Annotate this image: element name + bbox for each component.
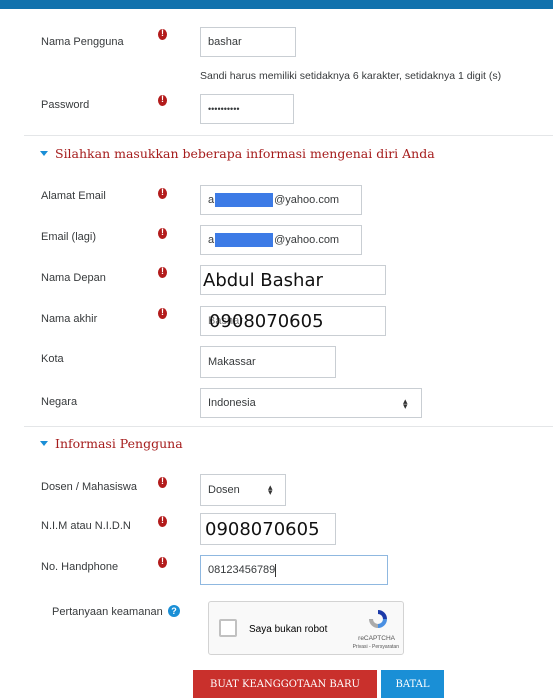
section-divider	[24, 135, 553, 136]
recaptcha-links[interactable]: Privasi - Persyaratan	[353, 644, 399, 650]
email2-input[interactable]: a @yahoo.com	[200, 225, 362, 255]
required-icon	[158, 476, 167, 488]
required-icon	[158, 28, 167, 40]
required-icon	[158, 187, 167, 199]
text-cursor	[275, 563, 277, 577]
lastname-overlay-text: 0908070605	[209, 311, 324, 332]
required-icon	[158, 266, 167, 278]
section-user-title: Informasi Pengguna	[55, 436, 183, 451]
recaptcha-checkbox[interactable]	[219, 619, 237, 637]
firstname-value: Abdul Bashar	[203, 270, 323, 291]
nim-value: 0908070605	[205, 519, 320, 540]
email2-label: Email (lagi)	[41, 231, 97, 243]
username-input[interactable]: bashar	[200, 27, 296, 57]
city-value: Makassar	[208, 356, 256, 368]
role-select[interactable]: Dosen	[200, 474, 286, 506]
password-help: Sandi harus memiliki setidaknya 6 karakt…	[200, 70, 502, 82]
section-personal-header[interactable]: Silahkan masukkan beberapa informasi men…	[40, 146, 435, 161]
country-select[interactable]: Indonesia	[200, 388, 422, 418]
email-label: Alamat Email	[41, 190, 106, 202]
country-value: Indonesia	[208, 397, 256, 409]
password-input[interactable]: ••••••••••	[200, 94, 294, 124]
recaptcha-label: Saya bukan robot	[249, 624, 328, 635]
password-value: ••••••••••	[208, 104, 240, 114]
nim-label: N.I.M atau N.I.D.N	[41, 520, 131, 532]
required-icon	[158, 227, 167, 239]
email-input[interactable]: a @yahoo.com	[200, 185, 362, 215]
required-icon	[158, 307, 167, 319]
collapse-caret-icon	[40, 441, 48, 446]
section-user-header[interactable]: Informasi Pengguna	[40, 436, 183, 451]
email2-prefix: a	[208, 234, 215, 246]
select-arrows-icon: ▾	[268, 487, 273, 497]
recaptcha-widget: Saya bukan robot reCAPTCHA Privasi - Per…	[208, 601, 404, 655]
lastname-label: Nama akhir	[41, 313, 98, 325]
role-value: Dosen	[208, 484, 240, 496]
email-prefix: a	[208, 194, 215, 206]
top-bar	[0, 0, 553, 9]
collapse-caret-icon	[40, 151, 48, 156]
recaptcha-brand: reCAPTCHA	[358, 635, 395, 642]
phone-label: No. Handphone	[41, 561, 119, 573]
redaction-mask	[215, 193, 274, 207]
security-label: Pertanyaan keamanan	[52, 606, 163, 618]
section-personal-title: Silahkan masukkan beberapa informasi men…	[55, 146, 435, 161]
cancel-button[interactable]: BATAL	[381, 670, 444, 698]
required-icon	[158, 94, 167, 106]
password-label: Password	[41, 99, 90, 111]
section-divider	[24, 426, 553, 427]
phone-input[interactable]: 08123456789	[200, 555, 388, 585]
firstname-label: Nama Depan	[41, 272, 106, 284]
phone-value: 08123456789	[208, 564, 276, 576]
create-account-button[interactable]: BUAT KEANGGOTAAN BARU	[193, 670, 377, 698]
help-icon[interactable]: ?	[168, 605, 180, 617]
select-arrows-icon: ▾	[403, 401, 408, 411]
username-label: Nama Pengguna	[41, 36, 124, 48]
email2-suffix: @yahoo.com	[274, 234, 340, 246]
city-input[interactable]: Makassar	[200, 346, 336, 378]
country-label: Negara	[41, 396, 78, 408]
role-label: Dosen / Mahasiswa	[41, 481, 137, 493]
required-icon	[158, 556, 167, 568]
required-icon	[158, 515, 167, 527]
email-suffix: @yahoo.com	[274, 194, 340, 206]
redaction-mask	[215, 233, 274, 247]
recaptcha-logo-icon	[369, 610, 387, 628]
username-value: bashar	[208, 36, 242, 48]
city-label: Kota	[41, 353, 64, 365]
